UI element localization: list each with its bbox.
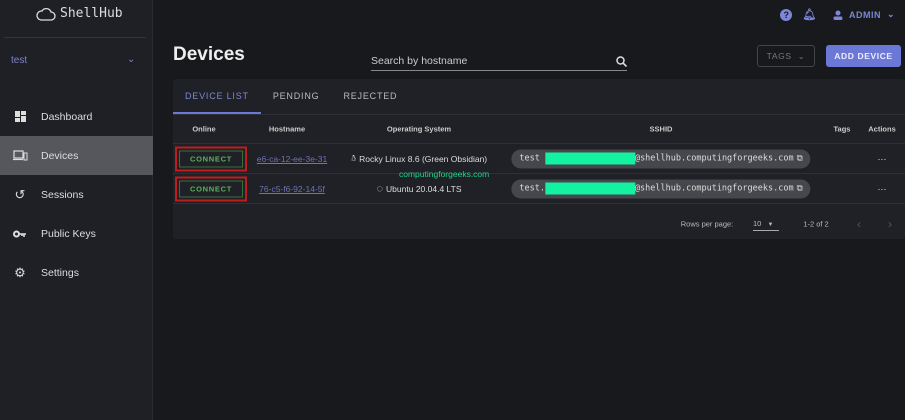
table-row: CONNECT 76-c5-f6-92-14-5f ◌ Ubuntu 20.04.…	[173, 174, 905, 204]
chevron-down-icon[interactable]: ⌄	[127, 54, 135, 65]
tabs: DEVICE LIST PENDING REJECTED	[173, 79, 409, 114]
sidebar-item-devices[interactable]: Devices	[0, 136, 153, 175]
os-name: Rocky Linux 8.6 (Green Obsidian)	[359, 153, 488, 164]
connect-button[interactable]: CONNECT	[175, 146, 247, 171]
logo-text: ShellHub	[60, 6, 123, 21]
connect-button[interactable]: CONNECT	[175, 176, 247, 201]
sshid-chip[interactable]: test. @shellhub.computingforgeeks.com ⧉	[511, 179, 811, 198]
page-range: 1-2 of 2	[803, 219, 829, 229]
actions-menu[interactable]: ···	[878, 154, 887, 164]
page-title: Devices	[173, 44, 245, 65]
search-icon[interactable]	[616, 55, 627, 67]
user-menu[interactable]: ADMIN ⌄	[833, 9, 895, 20]
sidebar-item-label: Sessions	[41, 188, 84, 201]
sidebar-item-label: Public Keys	[41, 227, 96, 240]
table-row: CONNECT e6-ca-12-ee-3e-31 🐧︎ Rocky Linux …	[173, 144, 905, 174]
tags-button[interactable]: TAGS ⌄	[757, 45, 815, 67]
column-header: Operating System	[386, 124, 452, 134]
next-page-icon[interactable]: ›	[888, 217, 892, 231]
tab-device-list[interactable]: DEVICE LIST	[173, 79, 261, 114]
sshid-suffix: @shellhub.computingforgeeks.com	[634, 153, 794, 164]
tags-label: TAGS	[766, 51, 792, 61]
history-icon: ↺	[14, 186, 26, 202]
pagination: Rows per page: 10 ▼ 1-2 of 2 ‹ ›	[173, 209, 905, 239]
column-header: Actions	[868, 124, 896, 134]
chevron-down-icon: ⌄	[797, 50, 806, 61]
key-icon	[0, 230, 40, 238]
hostname-link[interactable]: e6-ca-12-ee-3e-31	[257, 154, 327, 164]
linux-icon: 🐧︎	[350, 152, 357, 163]
user-icon	[833, 10, 843, 20]
sidebar-item-label: Settings	[41, 266, 79, 279]
caret-down-icon: ▼	[767, 222, 774, 228]
sidebar-item-public-keys[interactable]: Public Keys	[0, 214, 153, 253]
devices-card: DEVICE LIST PENDING REJECTED Online Host…	[173, 79, 905, 239]
rows-per-page-value: 10	[753, 219, 762, 228]
os-cell: 🐧︎ Rocky Linux 8.6 (Green Obsidian)	[351, 153, 487, 165]
copy-icon[interactable]: ⧉	[797, 184, 803, 194]
sidebar: ShellHub test ⌄ Dashboard Devices ↺ Sessi…	[0, 0, 153, 420]
sidebar-item-label: Devices	[41, 149, 79, 162]
connect-label: CONNECT	[179, 180, 243, 197]
search-input[interactable]: Search by hostname	[371, 52, 627, 71]
os-name: Ubuntu 20.04.4 LTS	[386, 183, 462, 194]
actions-menu[interactable]: ···	[878, 184, 887, 194]
column-header: Online	[192, 124, 216, 134]
sshid-prefix: test.	[519, 183, 545, 194]
sidebar-item-settings[interactable]: ⚙ Settings	[0, 253, 153, 292]
sshid-chip[interactable]: test @shellhub.computingforgeeks.com ⧉	[511, 149, 811, 168]
watermark: computingforgeeks.com	[399, 169, 490, 179]
add-device-button[interactable]: ADD DEVICE	[826, 45, 901, 67]
hostname-link[interactable]: 76-c5-f6-92-14-5f	[259, 184, 325, 194]
rows-per-page-label: Rows per page:	[680, 219, 734, 229]
table-header: Online Hostname Operating System SSHID T…	[173, 114, 905, 144]
logo[interactable]: ShellHub	[36, 6, 123, 21]
connect-label: CONNECT	[179, 150, 243, 167]
os-cell: ◌ Ubuntu 20.04.4 LTS	[377, 183, 462, 195]
sshid-prefix: test	[519, 153, 540, 164]
column-header: Hostname	[268, 124, 306, 134]
redaction	[544, 182, 635, 195]
tab-rejected[interactable]: REJECTED	[331, 79, 409, 114]
divider	[4, 37, 146, 38]
cloud-logo-icon	[36, 7, 56, 21]
chevron-down-icon: ⌄	[886, 9, 895, 19]
search-placeholder: Search by hostname	[371, 55, 468, 67]
devices-icon	[0, 150, 40, 161]
help-icon[interactable]: ?	[780, 8, 793, 21]
redaction	[544, 152, 635, 165]
sshid-suffix: @shellhub.computingforgeeks.com	[634, 183, 794, 194]
user-name: ADMIN	[848, 9, 881, 20]
header-actions: ? 🔔︎ ADMIN ⌄	[780, 8, 895, 21]
tab-pending[interactable]: PENDING	[261, 79, 332, 114]
sidebar-item-dashboard[interactable]: Dashboard	[0, 97, 153, 136]
ubuntu-icon: ◌	[376, 182, 384, 195]
bell-icon[interactable]: 🔔︎	[802, 8, 816, 21]
dashboard-icon	[0, 111, 40, 122]
sidebar-item-sessions[interactable]: ↺ Sessions	[0, 175, 153, 214]
sidebar-item-label: Dashboard	[41, 110, 93, 123]
rows-per-page-select[interactable]: 10 ▼	[753, 217, 779, 231]
copy-icon[interactable]: ⧉	[797, 154, 803, 164]
column-header: SSHID	[649, 124, 673, 134]
prev-page-icon[interactable]: ‹	[857, 217, 861, 231]
namespace-selector[interactable]: test	[11, 55, 27, 66]
gear-icon: ⚙	[14, 264, 26, 280]
column-header: Tags	[833, 124, 851, 134]
